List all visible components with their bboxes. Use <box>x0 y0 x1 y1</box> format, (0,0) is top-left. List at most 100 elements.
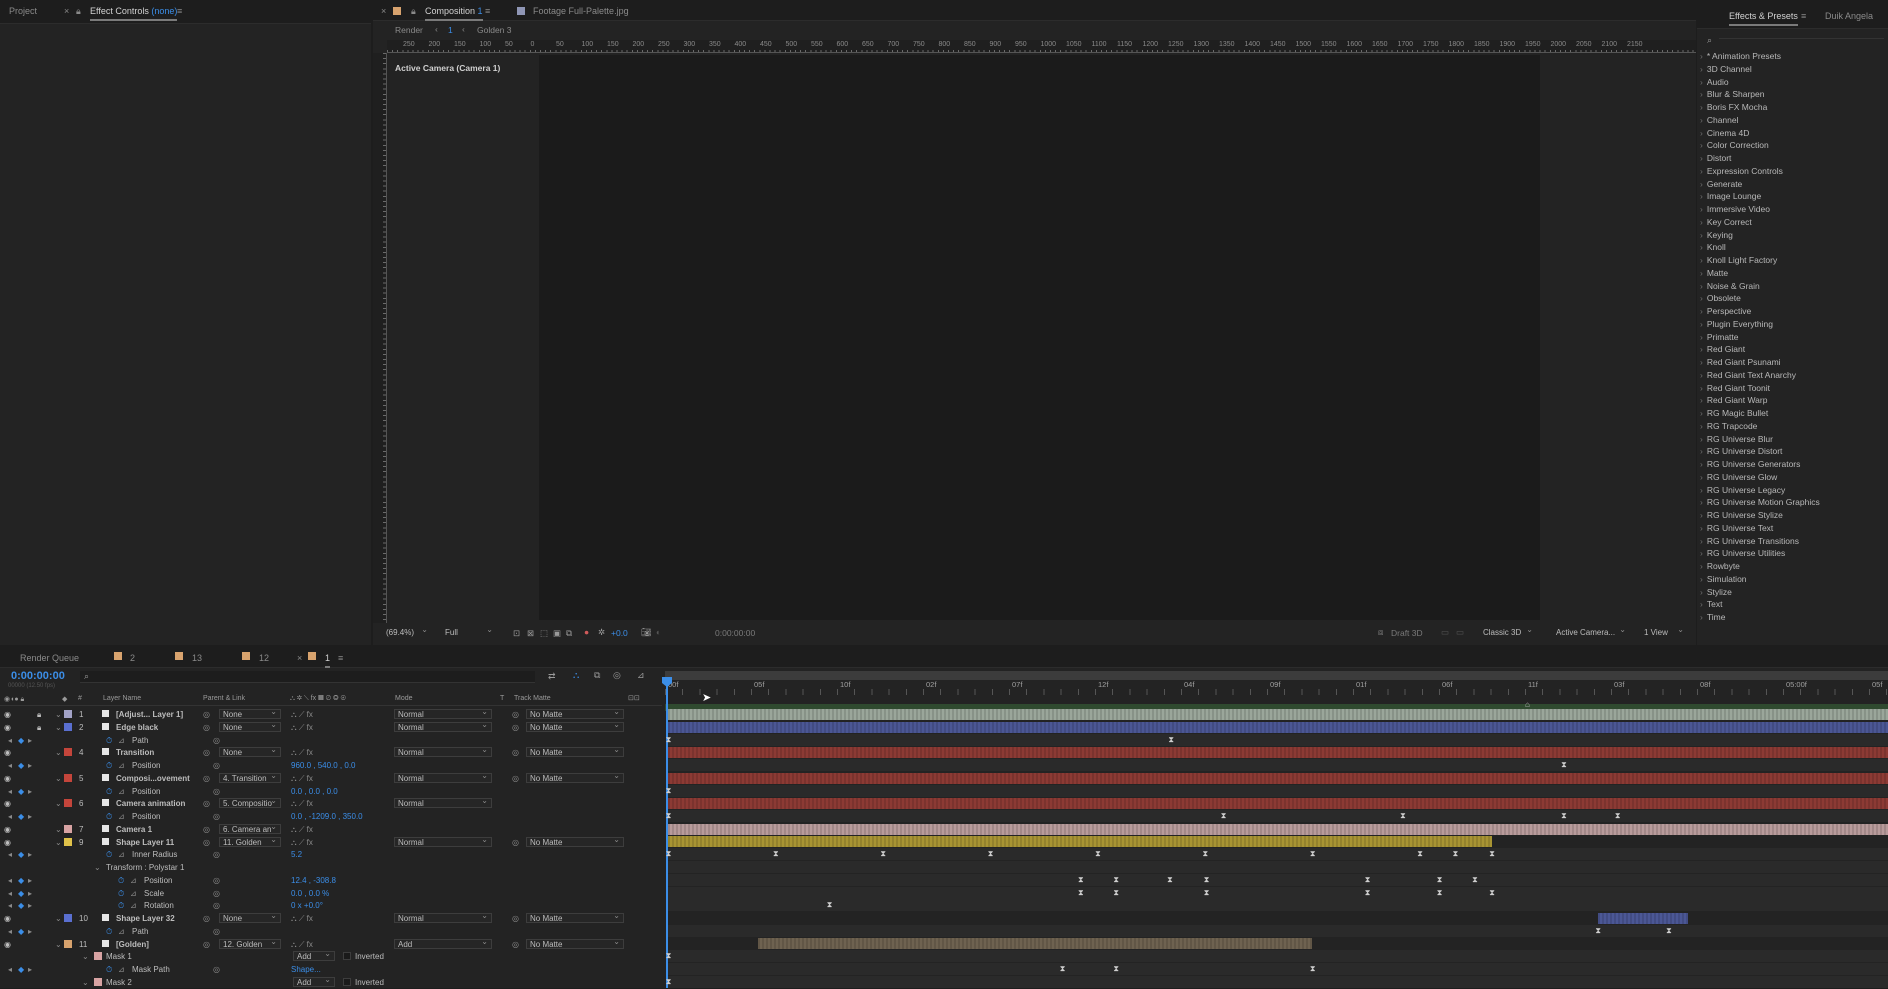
add-keyframe-icon[interactable]: ◆ <box>18 876 24 885</box>
color-channels-icon[interactable]: ● <box>584 627 589 637</box>
close-icon[interactable]: × <box>381 6 386 16</box>
draft-3d-icon[interactable]: ⧈ <box>1378 627 1383 638</box>
inverted-checkbox[interactable] <box>343 977 351 986</box>
visibility-eye-icon[interactable]: ◉ <box>4 825 11 834</box>
pickwhip-icon[interactable]: ◎ <box>203 825 210 834</box>
keyframe-icon[interactable]: ⧗ <box>1364 888 1371 897</box>
layer-row[interactable]: ◉ ⌄ 4 Transition ◎ None ⛬ ⟋ fx Normal ◎ No Matte <box>0 745 1888 759</box>
label-color[interactable] <box>64 799 72 808</box>
effect-category-image-lounge[interactable]: Image Lounge <box>1700 191 1761 201</box>
effect-category-knoll[interactable]: Knoll <box>1700 242 1726 252</box>
blend-mode-dropdown[interactable]: Normal <box>394 796 492 809</box>
matte-pickwhip-icon[interactable]: ◎ <box>512 774 519 783</box>
layer-duration-bar[interactable] <box>668 823 1888 835</box>
grid-icon[interactable]: ⊠ <box>527 628 534 639</box>
tab-comp-12[interactable]: 12 <box>259 653 269 663</box>
snapshot-icon[interactable]: 📷︎ <box>641 627 652 638</box>
keyframe-icon[interactable]: ⧗ <box>1399 812 1406 820</box>
group-row[interactable]: ⌄ Transform : Polystar 1 <box>0 861 1888 874</box>
layer-name[interactable]: [Golden] <box>116 940 149 949</box>
graph-icon[interactable]: ⊿ <box>118 927 125 936</box>
pickwhip-icon[interactable]: ◎ <box>203 940 210 949</box>
pickwhip-icon[interactable]: ◎ <box>213 812 220 821</box>
draft-3d-icon[interactable]: ⛬ <box>573 670 579 681</box>
stopwatch-icon[interactable]: ⏱ <box>106 965 112 975</box>
parent-dropdown[interactable]: None <box>219 720 281 732</box>
mask-color[interactable] <box>94 952 102 961</box>
composition-canvas[interactable] <box>539 55 1540 620</box>
close-icon[interactable]: × <box>297 653 302 663</box>
graph-icon[interactable]: ⊿ <box>118 850 125 859</box>
property-row[interactable]: ◂ ◆ ▸ ⏱ ⊿ Rotation ◎ 0 x +0.0° ⧗ <box>0 899 1888 912</box>
effect-category-distort[interactable]: Distort <box>1700 153 1732 163</box>
vertical-ruler[interactable] <box>373 53 387 623</box>
effect-category-audio[interactable]: Audio <box>1700 77 1729 87</box>
effect-category-rg-universe-glow[interactable]: RG Universe Glow <box>1700 472 1777 482</box>
visibility-eye-icon[interactable]: ◉ <box>4 914 11 923</box>
keyframe-icon[interactable]: ⧗ <box>665 812 672 820</box>
layer-name[interactable]: Camera 1 <box>116 825 152 834</box>
column-options-icon[interactable]: ⊡⊡ <box>628 694 640 702</box>
parent-dropdown[interactable]: 6. Camera an <box>219 822 281 834</box>
blend-mode-dropdown[interactable]: Normal <box>394 707 492 719</box>
exposure-value[interactable]: +0.0 <box>611 628 628 638</box>
label-color[interactable] <box>64 748 72 757</box>
keyframe-icon[interactable]: ⧗ <box>665 786 672 795</box>
current-time[interactable]: 0:00:00:00 <box>11 670 65 682</box>
breadcrumb-item-1[interactable]: 1 <box>448 25 453 35</box>
effect-category-red-giant-text-anarchy[interactable]: Red Giant Text Anarchy <box>1700 370 1796 380</box>
parent-dropdown[interactable]: 11. Golden <box>219 835 281 847</box>
keyframe-nav-icon[interactable]: ◂ <box>8 736 12 745</box>
mask-color[interactable] <box>94 977 102 986</box>
keyframe-icon[interactable]: ⧗ <box>1489 850 1496 858</box>
effects-search-input[interactable] <box>1719 38 1884 39</box>
property-value[interactable]: 0.0 , -1209.0 , 350.0 <box>291 812 363 821</box>
expand-chevron-icon[interactable]: ⌄ <box>94 863 101 872</box>
label-color[interactable] <box>64 824 72 833</box>
add-keyframe-icon[interactable]: ◆ <box>18 736 24 745</box>
keyframe-nav-icon[interactable]: ◂ <box>8 876 12 885</box>
visibility-eye-icon[interactable]: ◉ <box>4 723 11 732</box>
layer-duration-bar[interactable] <box>668 836 1492 848</box>
label-color[interactable] <box>64 710 72 718</box>
add-keyframe-icon[interactable]: ◆ <box>18 889 24 898</box>
property-value[interactable]: Shape... <box>291 965 321 974</box>
parent-dropdown[interactable]: 4. Transition <box>219 771 281 783</box>
comp-marker-icon[interactable]: ⌂ <box>1525 700 1530 709</box>
effect-category-matte[interactable]: Matte <box>1700 268 1728 278</box>
graph-icon[interactable]: ⊿ <box>118 736 125 745</box>
property-value[interactable]: 960.0 , 540.0 , 0.0 <box>291 761 356 770</box>
effect-category-perspective[interactable]: Perspective <box>1700 306 1751 316</box>
property-row[interactable]: ◂ ◆ ▸ ⏱ ⊿ Position ◎ 0.0 , 0.0 , 0.0 ⧗ <box>0 784 1888 798</box>
property-value[interactable]: 12.4 , -308.8 <box>291 876 336 885</box>
keyframe-icon[interactable]: ⧗ <box>987 850 994 858</box>
magnification-dropdown[interactable]: (69.4%) <box>383 625 431 638</box>
inverted-checkbox[interactable] <box>343 952 351 961</box>
add-keyframe-icon[interactable]: ◆ <box>18 812 24 821</box>
column-parent[interactable]: Parent & Link <box>203 695 245 702</box>
blend-mode-dropdown[interactable]: Normal <box>394 835 492 847</box>
layer-switches[interactable]: ⛬ ⟋ fx <box>291 710 313 720</box>
keyframe-nav-icon[interactable]: ▸ <box>28 927 32 936</box>
visibility-eye-icon[interactable]: ◉ <box>4 748 11 757</box>
keyframe-nav-icon[interactable]: ◂ <box>8 965 12 974</box>
effect-category-channel[interactable]: Channel <box>1700 115 1739 125</box>
layer-duration-bar[interactable] <box>668 747 1888 759</box>
tab-duik-angela[interactable]: Duik Angela <box>1825 11 1873 21</box>
panel-menu-icon[interactable]: ≡ <box>485 6 490 16</box>
tab-composition[interactable]: Composition 1 <box>425 6 483 21</box>
keyframe-icon[interactable]: ⧗ <box>1560 812 1567 820</box>
layer-name[interactable]: Shape Layer 32 <box>116 914 175 923</box>
keyframe-icon[interactable]: ⧗ <box>665 735 672 744</box>
visibility-eye-icon[interactable]: ◉ <box>4 838 11 847</box>
matte-pickwhip-icon[interactable]: ◎ <box>512 748 519 757</box>
effect-category-rg-trapcode[interactable]: RG Trapcode <box>1700 421 1758 431</box>
stopwatch-icon[interactable]: ⏱ <box>106 736 112 746</box>
keyframe-icon[interactable]: ⧗ <box>1220 812 1227 820</box>
keyframe-icon[interactable]: ⧗ <box>1452 850 1459 858</box>
layer-switches[interactable]: ⛬ ⟋ fx <box>291 825 313 835</box>
extended-viewer-icon[interactable]: ▭ <box>1456 627 1464 638</box>
effect-category-animation-presets[interactable]: * Animation Presets <box>1700 51 1781 61</box>
visibility-eye-icon[interactable]: ◉ <box>4 799 11 808</box>
column-mode[interactable]: Mode <box>395 695 413 702</box>
